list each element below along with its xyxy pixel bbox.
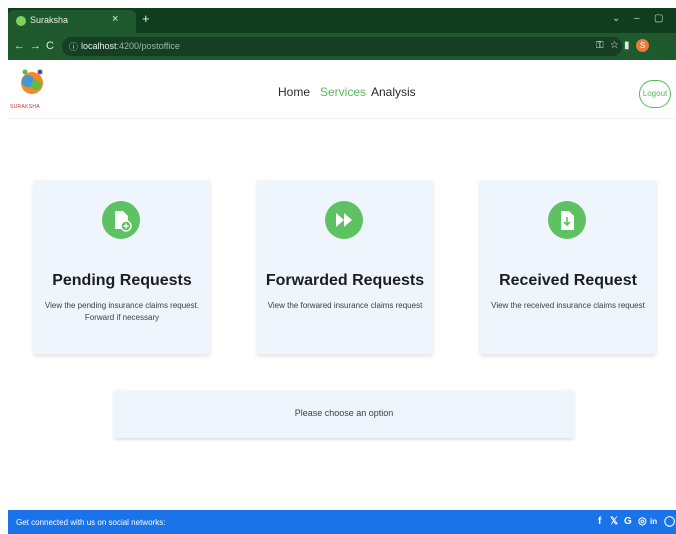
card-description: View the received insurance claims reque…	[491, 301, 645, 310]
logo-icon	[21, 69, 43, 94]
maximize-icon[interactable]: ▢	[654, 13, 663, 24]
pending-requests-card[interactable]: Pending Requests View the pending insura…	[34, 180, 210, 354]
app-header: SURAKSHA Home Services Analysis Logout	[8, 60, 676, 119]
card-title: Pending Requests	[52, 272, 192, 289]
google-icon[interactable]: G	[624, 516, 632, 527]
twitter-icon[interactable]: 𝕏	[610, 516, 618, 527]
choose-option-panel: Please choose an option	[114, 390, 574, 438]
nav-home[interactable]: Home	[278, 85, 310, 99]
tab-title: Suraksha	[30, 15, 69, 25]
url-input[interactable]: ⓘ localhost:4200/postoffice	[62, 37, 622, 56]
forward-arrow-icon[interactable]: →	[30, 40, 41, 52]
address-bar: ← → C ⓘ localhost:4200/postoffice ⚿ ☆ ▮ …	[8, 33, 676, 60]
site-info-icon[interactable]: ⓘ	[69, 40, 78, 53]
card-title: Forwarded Requests	[265, 272, 425, 289]
file-plus-icon	[102, 201, 140, 239]
new-tab-icon[interactable]: +	[142, 11, 150, 26]
minimize-icon[interactable]: –	[634, 13, 640, 24]
forwarded-requests-card[interactable]: Forwarded Requests View the forwared ins…	[257, 180, 433, 354]
browser-window: Suraksha × + ⌄ – ▢ ← → C ⓘ localhost:420…	[8, 8, 676, 534]
nav-services[interactable]: Services	[320, 85, 366, 99]
star-icon[interactable]: ☆	[610, 40, 619, 51]
nav-analysis[interactable]: Analysis	[371, 85, 416, 99]
card-title: Received Request	[499, 272, 637, 289]
key-icon[interactable]: ⚿	[596, 40, 604, 51]
instagram-icon[interactable]: ◎	[638, 516, 647, 527]
url-text: localhost:4200/postoffice	[81, 41, 180, 51]
tab-close-icon[interactable]: ×	[112, 13, 118, 25]
profile-avatar[interactable]: S	[636, 39, 649, 52]
github-icon[interactable]: ◯	[664, 516, 675, 527]
tab-search-icon[interactable]: ⌄	[612, 13, 620, 24]
reload-icon[interactable]: C	[46, 40, 54, 52]
facebook-icon[interactable]: f	[598, 516, 601, 527]
fast-forward-icon	[325, 201, 363, 239]
received-request-card[interactable]: Received Request View the received insur…	[480, 180, 656, 354]
footer: Get connected with us on social networks…	[8, 510, 676, 534]
browser-tab[interactable]: Suraksha ×	[8, 10, 136, 33]
choose-option-message: Please choose an option	[294, 408, 394, 418]
back-arrow-icon[interactable]: ←	[14, 40, 25, 52]
footer-text: Get connected with us on social networks…	[16, 518, 166, 527]
favicon-icon	[16, 16, 26, 26]
browser-tab-bar: Suraksha × + ⌄ – ▢	[8, 8, 676, 33]
sidebar-icon[interactable]: ▮	[624, 40, 630, 51]
url-host: localhost	[81, 41, 117, 51]
url-path: :4200/postoffice	[116, 41, 180, 51]
logout-button[interactable]: Logout	[639, 80, 671, 108]
suraksha-logo[interactable]	[17, 67, 47, 105]
card-description: View the pending insurance claims reques…	[44, 301, 200, 322]
card-description: View the forwared insurance claims reque…	[267, 301, 423, 310]
logo-text: SURAKSHA	[10, 104, 40, 110]
linkedin-icon[interactable]: in	[650, 517, 657, 526]
file-download-icon	[548, 201, 586, 239]
